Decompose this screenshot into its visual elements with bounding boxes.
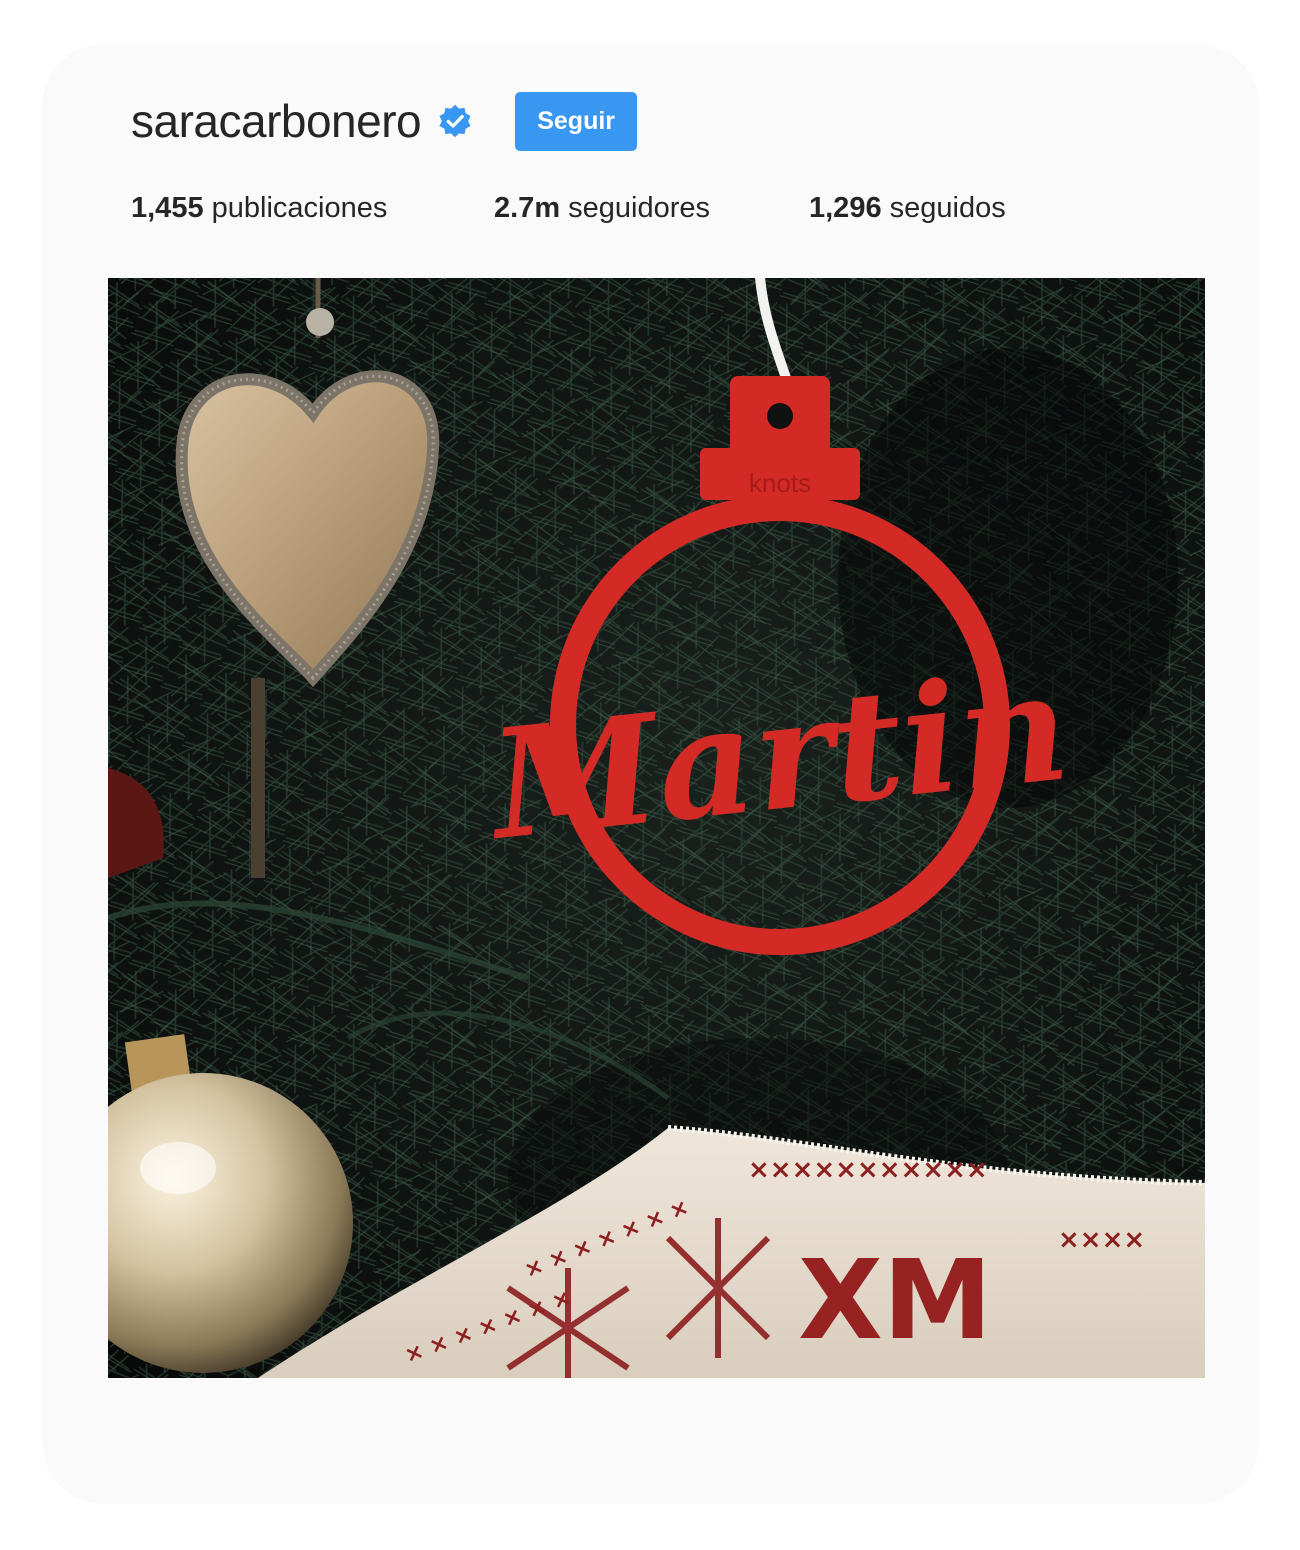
verified-badge-icon — [437, 103, 473, 139]
followers-label: seguidores — [568, 192, 711, 224]
follow-button[interactable]: Seguir — [515, 91, 638, 151]
posts-stat[interactable]: 1,455 publicaciones — [131, 192, 494, 225]
svg-text:×××××××××××: ××××××××××× — [748, 1155, 988, 1185]
username[interactable]: saracarbonero — [131, 98, 422, 144]
post-photo[interactable]: knots Martin ××××××××××× ×××× × × × × × … — [108, 278, 1205, 1378]
posts-label: publicaciones — [211, 192, 388, 224]
svg-text:××××: ×××× — [1058, 1225, 1145, 1255]
profile-header: saracarbonero Seguir — [131, 88, 638, 154]
profile-stats: 1,455 publicaciones 2.7m seguidores 1,29… — [131, 192, 1006, 225]
followers-stat[interactable]: 2.7m seguidores — [494, 192, 809, 225]
following-label: seguidos — [889, 192, 1006, 224]
posts-count: 1,455 — [131, 192, 204, 224]
svg-text:XM: XM — [798, 1236, 992, 1364]
following-stat[interactable]: 1,296 seguidos — [809, 192, 1006, 225]
svg-text:knots: knots — [749, 468, 811, 498]
followers-count: 2.7m — [494, 192, 561, 224]
following-count: 1,296 — [809, 192, 882, 224]
